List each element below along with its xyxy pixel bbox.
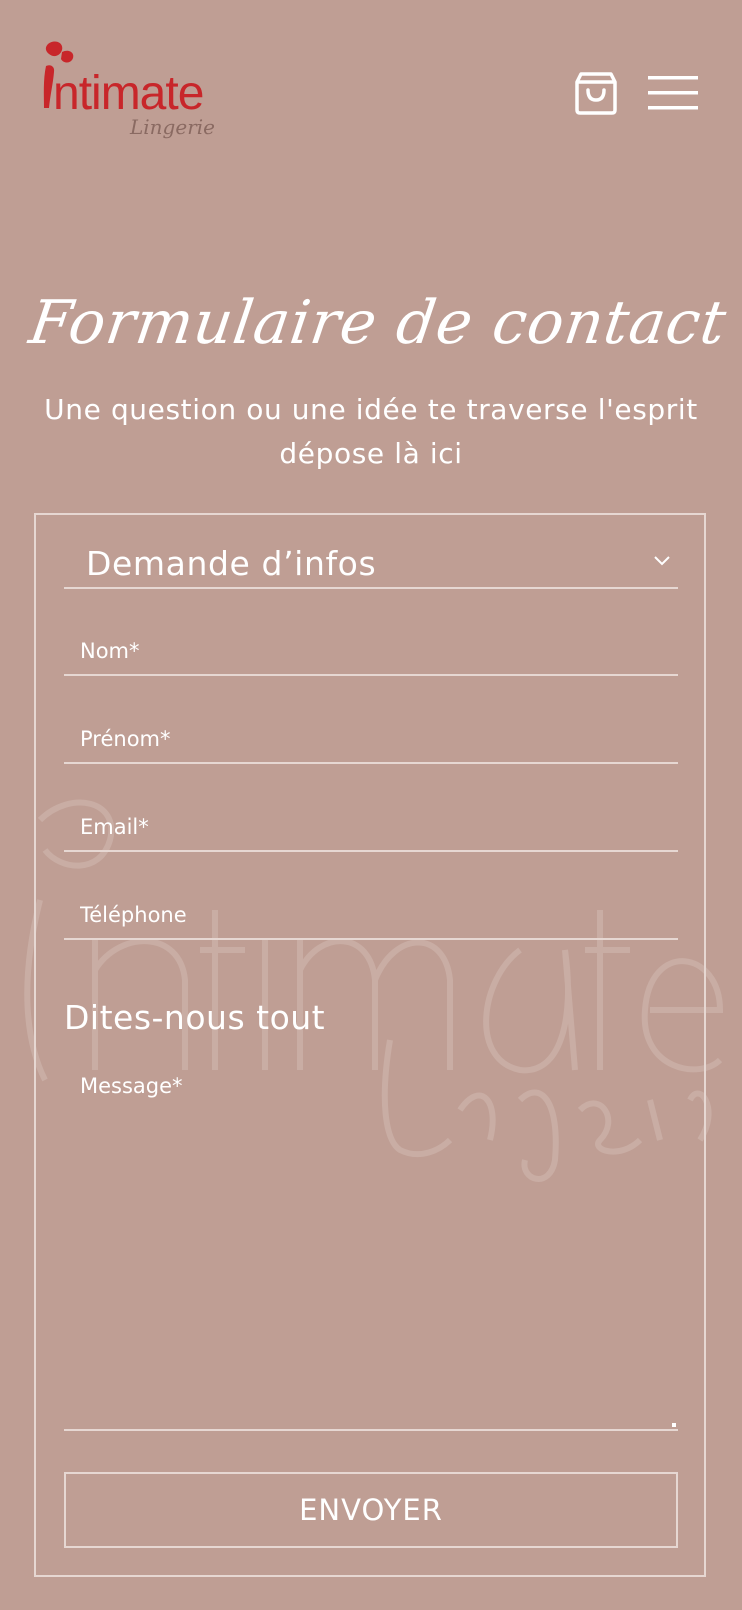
logo-subtext: Lingerie bbox=[129, 115, 215, 139]
shopping-bag-icon bbox=[575, 72, 617, 115]
page-title: Formulaire de contact bbox=[25, 288, 731, 358]
site-header: ntimate Lingerie bbox=[0, 0, 742, 160]
message-textarea[interactable] bbox=[64, 1066, 678, 1429]
prenom-field bbox=[64, 716, 678, 764]
nom-field bbox=[64, 628, 678, 676]
telephone-field bbox=[64, 892, 678, 940]
textarea-resize-handle[interactable] bbox=[672, 1423, 676, 1427]
menu-button[interactable] bbox=[648, 74, 698, 112]
email-field bbox=[64, 804, 678, 852]
nom-input[interactable] bbox=[64, 628, 678, 674]
prenom-input[interactable] bbox=[64, 716, 678, 762]
telephone-input[interactable] bbox=[64, 892, 678, 938]
email-input[interactable] bbox=[64, 804, 678, 850]
chevron-down-icon bbox=[654, 556, 670, 566]
brand-logo[interactable]: ntimate Lingerie bbox=[40, 40, 230, 145]
submit-button[interactable]: ENVOYER bbox=[64, 1472, 678, 1548]
page-subtitle: Une question ou une idée te traverse l'e… bbox=[44, 393, 698, 470]
message-field bbox=[64, 1066, 678, 1431]
subject-select-value: Demande d’infos bbox=[86, 544, 377, 583]
subject-select[interactable]: Demande d’infos bbox=[64, 535, 678, 589]
hamburger-menu-icon bbox=[648, 76, 698, 110]
logo-wordmark: ntimate bbox=[53, 67, 203, 120]
message-section-label: Dites-nous tout bbox=[64, 998, 326, 1037]
cart-button[interactable] bbox=[573, 70, 619, 116]
